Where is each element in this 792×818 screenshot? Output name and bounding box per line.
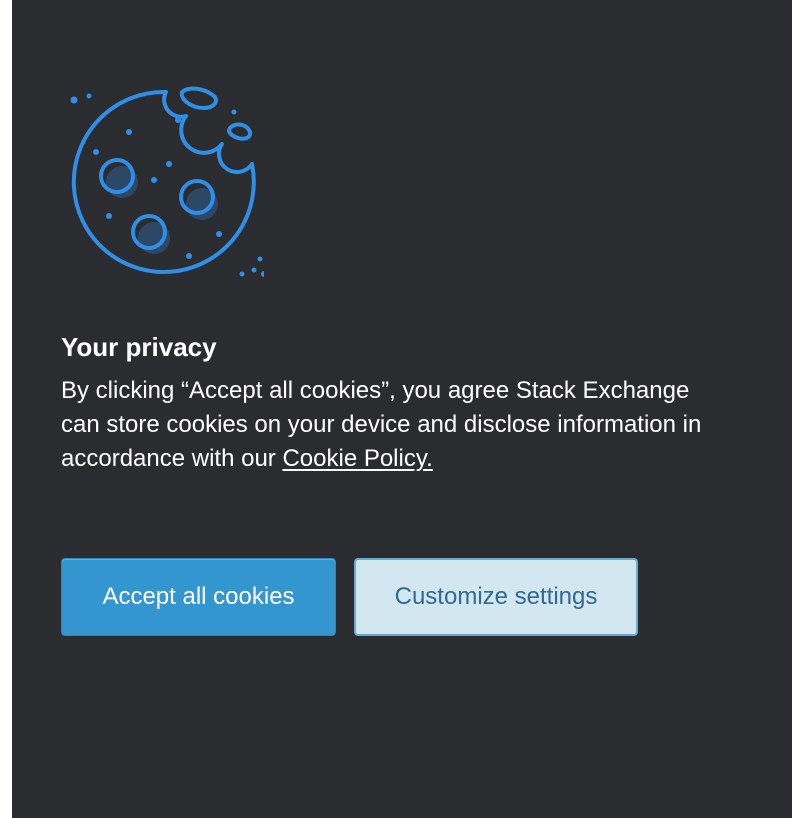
cookie-illustration — [54, 84, 267, 284]
accept-all-cookies-button[interactable]: Accept all cookies — [61, 558, 336, 636]
privacy-banner: Your privacy By clicking “Accept all coo… — [12, 0, 792, 818]
page: Your privacy By clicking “Accept all coo… — [0, 0, 792, 818]
customize-settings-button[interactable]: Customize settings — [354, 558, 638, 636]
banner-title: Your privacy — [61, 332, 217, 362]
cookie-icon — [70, 86, 267, 277]
cookie-policy-link[interactable]: Cookie Policy. — [282, 445, 432, 472]
banner-message: By clicking “Accept all cookies”, you ag… — [61, 374, 721, 476]
